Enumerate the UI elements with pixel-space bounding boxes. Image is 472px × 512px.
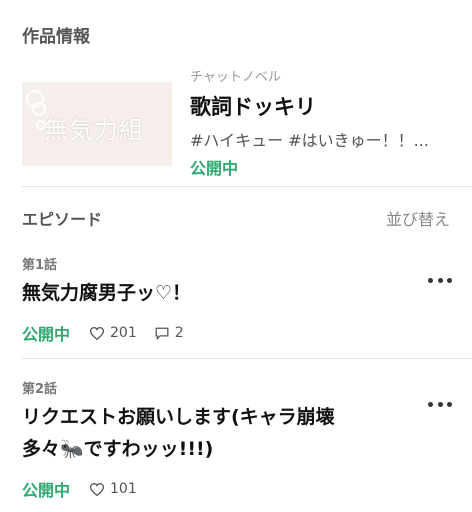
divider — [22, 186, 472, 187]
like-count-value: 201 — [110, 325, 137, 341]
episode-number: 第1話 — [22, 258, 58, 273]
work-info: チャットノベル 歌詞ドッキリ #ハイキュー #はいきゅー！！... 公開中 — [190, 66, 460, 179]
work-info-heading: 作品情報 — [22, 27, 90, 47]
comment-count: 2 — [155, 325, 184, 341]
page: 作品情報 無気力組 チャットノベル 歌詞ドッキリ #ハイキュー #はいきゅー！！… — [0, 0, 472, 512]
episode-meta: 公開中 201 2 — [22, 321, 452, 345]
work-thumbnail[interactable]: 無気力組 — [22, 82, 172, 166]
work-title[interactable]: 歌詞ドッキリ — [190, 91, 460, 121]
work-category: チャットノベル — [190, 70, 281, 85]
episode-title[interactable]: 無気力腐男子ッ♡！ — [22, 277, 402, 309]
episode-item[interactable]: 第1話 無気力腐男子ッ♡！ 公開中 201 2 — [22, 254, 452, 345]
sort-button[interactable]: 並び替え — [386, 206, 450, 230]
like-count: 201 — [90, 325, 137, 341]
comment-count-value: 2 — [174, 325, 184, 341]
episodes-heading: エピソード — [22, 210, 103, 229]
divider — [22, 358, 472, 359]
episode-title[interactable]: リクエストお願いします(キャラ崩壊 多々🐜ですわッッ!!!) — [22, 401, 402, 465]
like-count: 101 — [90, 481, 137, 497]
comment-icon — [155, 327, 169, 339]
more-icon[interactable] — [428, 270, 452, 290]
heart-icon — [90, 326, 105, 340]
heart-icon — [90, 482, 105, 496]
like-count-value: 101 — [110, 481, 137, 497]
more-icon[interactable] — [428, 394, 452, 414]
episode-title-line: 多々🐜ですわッッ!!!) — [22, 438, 214, 460]
episode-item[interactable]: 第2話 リクエストお願いします(キャラ崩壊 多々🐜ですわッッ!!!) 公開中 1… — [22, 378, 452, 501]
thumbnail-text: 無気力組 — [44, 116, 144, 144]
episode-status: 公開中 — [22, 481, 71, 500]
episode-status: 公開中 — [22, 325, 71, 344]
episode-number: 第2話 — [22, 382, 58, 397]
episode-title-line: リクエストお願いします(キャラ崩壊 — [22, 406, 335, 428]
episode-meta: 公開中 101 — [22, 477, 452, 501]
work-card[interactable]: 無気力組 チャットノベル 歌詞ドッキリ #ハイキュー #はいきゅー！！... 公… — [22, 66, 462, 178]
work-tags[interactable]: #ハイキュー #はいきゅー！！... — [190, 127, 452, 151]
work-status: 公開中 — [190, 159, 239, 178]
